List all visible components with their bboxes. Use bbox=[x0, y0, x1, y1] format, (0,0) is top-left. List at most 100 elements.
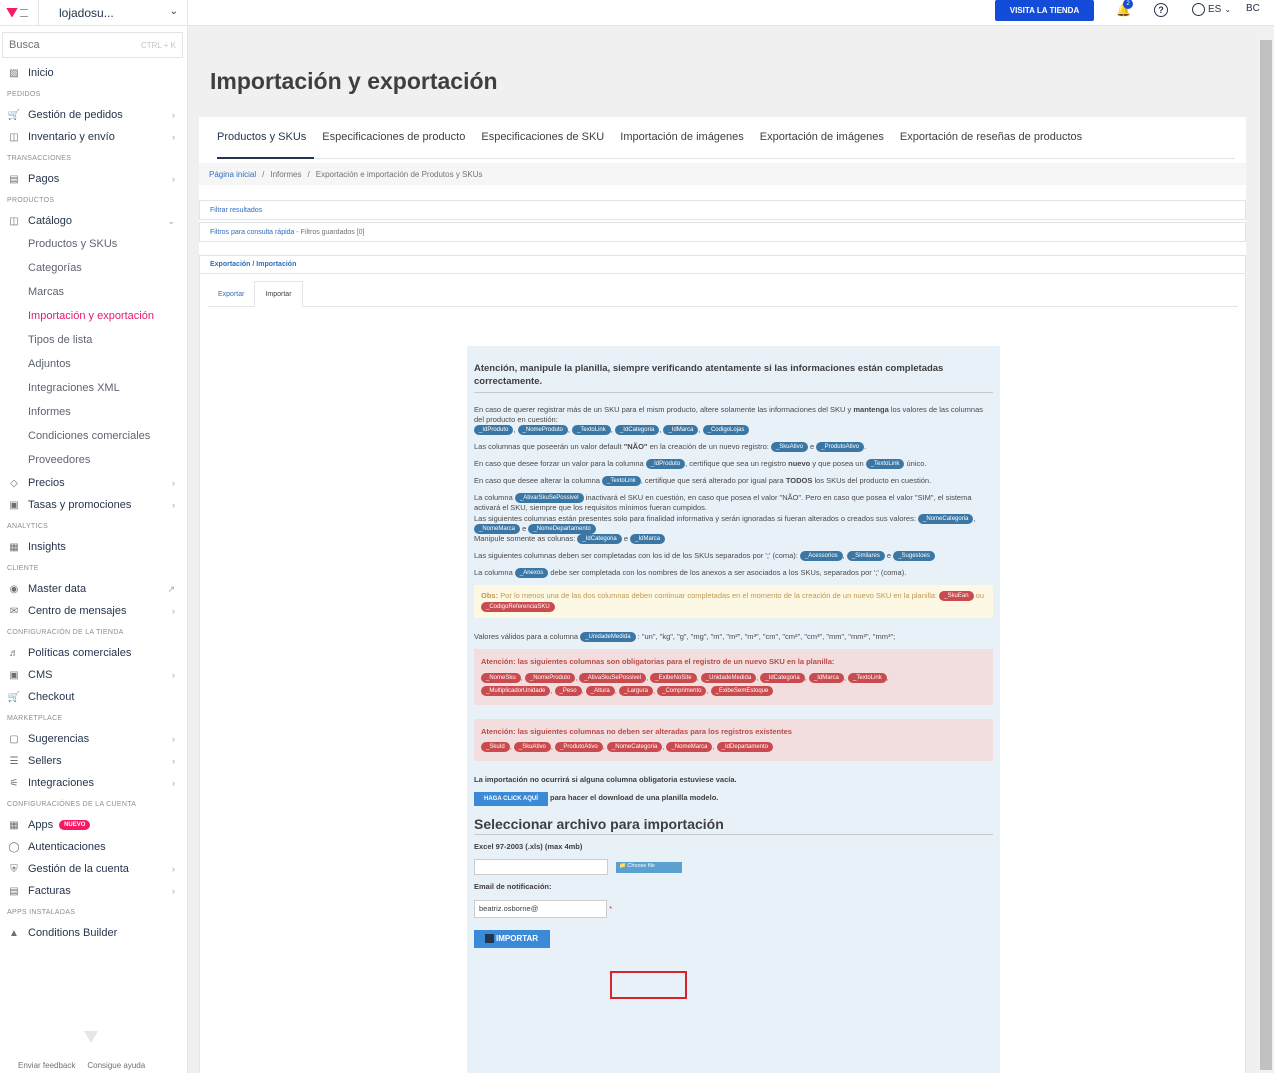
sidebar-item-gestion-pedidos[interactable]: 🛒 Gestión de pedidos › bbox=[0, 104, 187, 126]
sidebar-item-inicio[interactable]: ▨ Inicio bbox=[0, 62, 187, 84]
alert-title: Atención: las siguientes columnas son ob… bbox=[481, 657, 835, 667]
sidebar-item-precios[interactable]: ◇ Precios › bbox=[0, 472, 187, 494]
sidebar-subitem-tipos[interactable]: Tipos de lista bbox=[0, 328, 187, 352]
invoice-icon: ▤ bbox=[9, 885, 19, 897]
filter-link[interactable]: Filtrar resultados bbox=[210, 207, 262, 214]
help-icon[interactable]: ? bbox=[1154, 3, 1168, 17]
search-input[interactable]: Busca CTRL + K bbox=[2, 32, 183, 58]
sidebar-item-integraciones[interactable]: ⚟ Integraciones › bbox=[0, 772, 187, 794]
tab-importacion-imagenes[interactable]: Importación de imágenes bbox=[620, 127, 752, 159]
sidebar-item-label: Master data bbox=[28, 583, 87, 595]
sidebar-item-apps[interactable]: ▦ Apps NUEVO bbox=[0, 814, 187, 836]
sidebar-item-catalogo[interactable]: ◫ Catálogo ⌄ bbox=[0, 210, 187, 232]
file-path-field[interactable] bbox=[474, 859, 608, 876]
sidebar-item-tasas[interactable]: ▣ Tasas y promociones › bbox=[0, 494, 187, 516]
visit-store-button[interactable]: VISITA LA TIENDA bbox=[995, 0, 1094, 21]
sidebar-item-master-data[interactable]: ◉ Master data ↗ bbox=[0, 578, 187, 600]
download-row: HAGA CLICK AQUÍ para hacer el download d… bbox=[474, 792, 993, 807]
tab-especificaciones-sku[interactable]: Especificaciones de SKU bbox=[481, 127, 612, 159]
text: : "un", "kg", "g", "mg", "m", "m²", "m³"… bbox=[637, 632, 896, 642]
chevron-right-icon: › bbox=[172, 606, 175, 616]
help-link[interactable]: Consigue ayuda bbox=[87, 1061, 145, 1073]
column-tag: _Sugestoes bbox=[893, 550, 935, 561]
sidebar-item-sugerencias[interactable]: ▢ Sugerencias › bbox=[0, 728, 187, 750]
text-bold: TODOS bbox=[785, 476, 813, 486]
email-label: Email de notificación: bbox=[474, 882, 552, 892]
obs-note: Obs: Por lo menos una de las dos columna… bbox=[474, 585, 993, 619]
section-label: TRANSACCIONES bbox=[7, 154, 72, 162]
sidebar-item-pagos[interactable]: ▤ Pagos › bbox=[0, 168, 187, 190]
sidebar-item-politicas[interactable]: ♬ Políticas comerciales bbox=[0, 642, 187, 664]
sidebar-subitem-categorias[interactable]: Categorías bbox=[0, 256, 187, 280]
scrollbar-thumb[interactable] bbox=[1260, 40, 1272, 1070]
tab-especificaciones-producto[interactable]: Especificaciones de producto bbox=[322, 127, 473, 159]
sidebar-subitem-productos[interactable]: Productos y SKUs bbox=[0, 232, 187, 256]
column-tag: _NomeCategoria bbox=[606, 742, 663, 753]
tab-productos-skus[interactable]: Productos y SKUs bbox=[217, 127, 315, 159]
sidebar-subitem-proveedores[interactable]: Proveedores bbox=[0, 448, 187, 472]
breadcrumb-home[interactable]: Página inicial bbox=[209, 170, 256, 179]
sidebar-subitem-condiciones[interactable]: Condiciones comerciales bbox=[0, 424, 187, 448]
user-avatar[interactable]: BC bbox=[1246, 3, 1260, 14]
text: En caso que desee forzar un valor para l… bbox=[474, 459, 644, 469]
column-tag: _IdDepartamento bbox=[716, 742, 774, 753]
tab-importar[interactable]: Importar bbox=[254, 281, 303, 307]
download-template-button[interactable]: HAGA CLICK AQUÍ bbox=[474, 792, 548, 807]
text: Manipule somente as colunas: bbox=[474, 533, 576, 543]
sidebar-item-inventario[interactable]: ◫ Inventario y envío › bbox=[0, 126, 187, 148]
choose-file-button[interactable]: 📁 Choose file bbox=[616, 861, 682, 873]
sidebar-item-conditions-builder[interactable]: ▲ Conditions Builder bbox=[0, 922, 187, 944]
sidebar-item-autenticaciones[interactable]: ◯ Autenticaciones bbox=[0, 836, 187, 858]
import-heading: Atención, manipule la planilla, siempre … bbox=[474, 362, 993, 393]
quick-filter-link[interactable]: Filtros para consulta rápida bbox=[210, 229, 294, 236]
tab-exportar[interactable]: Exportar bbox=[208, 281, 254, 307]
section-label: CLIENTE bbox=[7, 564, 39, 572]
import-button[interactable]: IMPORTAR bbox=[474, 929, 551, 949]
section-label: PEDIDOS bbox=[7, 90, 41, 98]
text: En caso que desee alterar la columna bbox=[474, 476, 600, 486]
notification-badge: 2 bbox=[1123, 0, 1133, 9]
account-switcher[interactable]: lojadosu... ⌄ bbox=[38, 0, 188, 26]
sidebar-subitem-xml[interactable]: Integraciones XML bbox=[0, 376, 187, 400]
topbar: VISITA LA TIENDA 🔔 2 ? ES ⌄ BC bbox=[188, 0, 1274, 26]
download-text: para hacer el download de una planilla m… bbox=[549, 793, 719, 803]
column-tag: _MultiplicadorUnidade bbox=[481, 685, 551, 696]
text: Las siguientes columnas deben ser comple… bbox=[474, 550, 798, 560]
sidebar-item-gestion-cuenta[interactable]: ⛨ Gestión de la cuenta › bbox=[0, 858, 187, 880]
vtex-logo[interactable] bbox=[6, 6, 30, 20]
tab-exportacion-resenas[interactable]: Exportación de reseñas de productos bbox=[900, 127, 1090, 159]
account-name: lojadosu... bbox=[59, 6, 114, 20]
sidebar-item-label: Checkout bbox=[28, 691, 75, 703]
sidebar-item-facturas[interactable]: ▤ Facturas › bbox=[0, 880, 187, 902]
database-icon: ◉ bbox=[9, 583, 19, 595]
sidebar-subitem-marcas[interactable]: Marcas bbox=[0, 280, 187, 304]
box-icon: ▢ bbox=[9, 733, 19, 745]
tab-exportacion-imagenes[interactable]: Exportación de imágenes bbox=[760, 127, 892, 159]
sidebar-item-sellers[interactable]: ☰ Sellers › bbox=[0, 750, 187, 772]
paragraph-2: Las columnas que poseerán un valor defau… bbox=[474, 441, 867, 452]
filter-panel[interactable]: Filtrar resultados bbox=[199, 200, 1246, 220]
paragraph-7: Las siguientes columnas deben ser comple… bbox=[474, 551, 993, 561]
feedback-link[interactable]: Enviar feedback bbox=[18, 1061, 75, 1073]
sidebar-subitem-adjuntos[interactable]: Adjuntos bbox=[0, 352, 187, 376]
language-selector[interactable]: ES ⌄ bbox=[1192, 3, 1231, 16]
sidebar-item-centro[interactable]: ✉ Centro de mensajes › bbox=[0, 600, 187, 622]
chevron-down-icon: ⌄ bbox=[1224, 5, 1232, 14]
sidebar-subitem-informes[interactable]: Informes bbox=[0, 400, 187, 424]
column-tag: _IdMarca bbox=[808, 673, 844, 684]
sidebar-item-label: Centro de mensajes bbox=[28, 605, 127, 617]
column-tag: _Acessorios bbox=[799, 550, 843, 561]
sidebar-subitem-importacion[interactable]: Importación y exportación bbox=[0, 304, 187, 328]
chevron-right-icon: › bbox=[172, 778, 175, 788]
sidebar-item-cms[interactable]: ▣ CMS › bbox=[0, 664, 187, 686]
language-label: ES bbox=[1208, 4, 1222, 15]
sidebar-item-insights[interactable]: ▦ Insights bbox=[0, 536, 187, 558]
column-tag: _SkuAtivo bbox=[770, 441, 808, 452]
sidebar: lojadosu... ⌄ Busca CTRL + K ▨ Inicio PED… bbox=[0, 0, 188, 1073]
scrollbar[interactable] bbox=[1258, 26, 1274, 1073]
email-field[interactable]: beatriz.osborne@ bbox=[474, 899, 607, 918]
breadcrumb-informes[interactable]: Informes bbox=[270, 170, 301, 179]
search-shortcut: CTRL + K bbox=[140, 40, 176, 50]
sidebar-item-checkout[interactable]: 🛒 Checkout bbox=[0, 686, 187, 708]
sidebar-footer: Enviar feedback Consigue ayuda bbox=[0, 1061, 188, 1073]
